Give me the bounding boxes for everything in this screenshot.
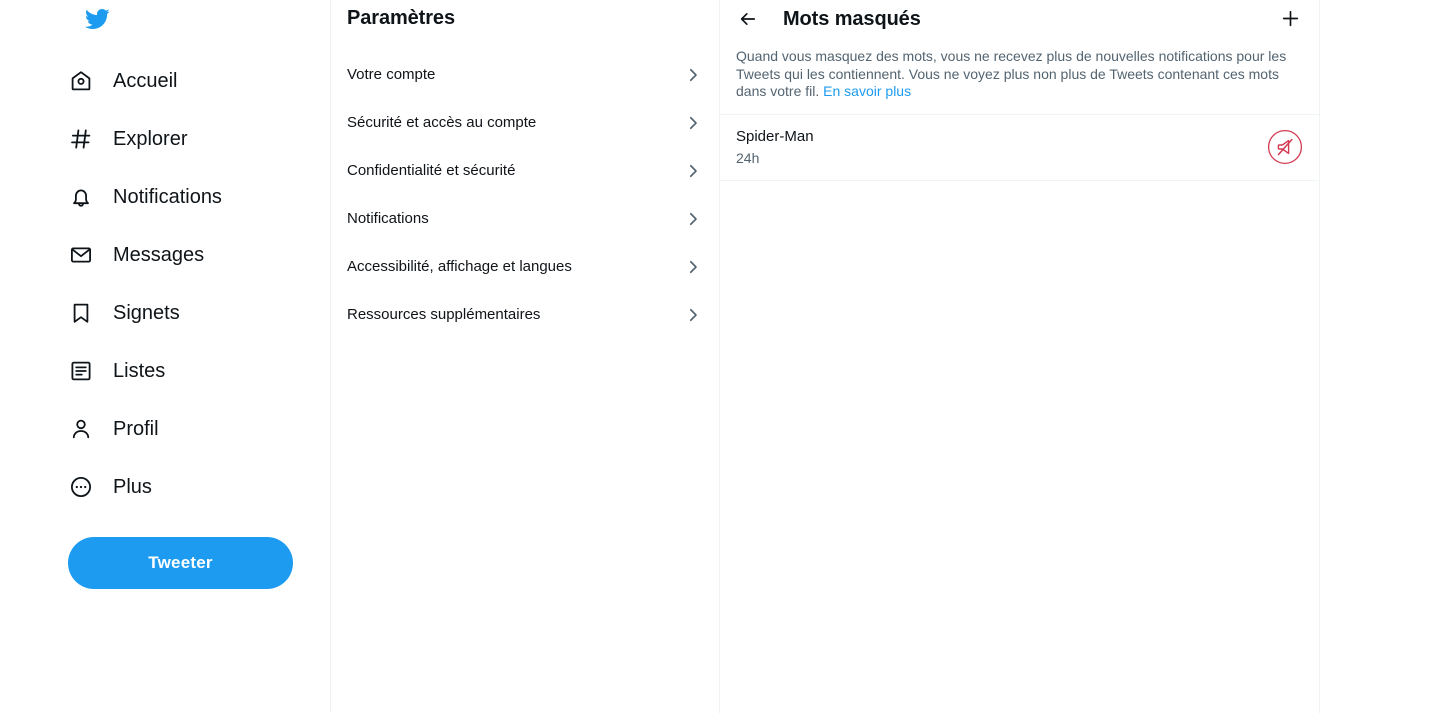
muted-word-text: Spider-Man — [736, 127, 814, 145]
settings-panel: Paramètres Votre compte Sécurité et accè… — [331, 0, 720, 713]
settings-item-label: Sécurité et accès au compte — [347, 114, 537, 131]
settings-item-label: Accessibilité, affichage et langues — [347, 258, 572, 275]
chevron-right-icon — [684, 306, 702, 324]
sidebar-item-profil[interactable]: Profil — [68, 404, 327, 454]
sidebar-item-accueil[interactable]: Accueil — [68, 56, 327, 106]
chevron-right-icon — [684, 258, 702, 276]
sidebar-item-label: Plus — [113, 476, 152, 498]
list-icon — [68, 358, 94, 384]
muted-words-list: Spider-Man 24h — [720, 115, 1319, 181]
settings-item-label: Notifications — [347, 210, 429, 227]
settings-item-securite-acces[interactable]: Sécurité et accès au compte — [331, 99, 719, 147]
settings-page-title: Paramètres — [347, 7, 455, 29]
settings-item-accessibilite-affichage-langues[interactable]: Accessibilité, affichage et langues — [331, 243, 719, 291]
twitter-app-root: Accueil Explorer Notifications Messages … — [0, 0, 1440, 713]
right-empty-area — [1320, 0, 1440, 713]
more-circle-icon — [68, 474, 94, 500]
sidebar-item-messages[interactable]: Messages — [68, 230, 327, 280]
settings-item-ressources-supplementaires[interactable]: Ressources supplémentaires — [331, 291, 719, 339]
add-muted-word-button[interactable] — [1273, 2, 1307, 36]
muted-words-header: Mots masqués — [720, 0, 1319, 37]
sidebar-item-plus[interactable]: Plus — [68, 462, 327, 512]
settings-item-votre-compte[interactable]: Votre compte — [331, 51, 719, 99]
muted-word-info: Spider-Man 24h — [736, 127, 814, 167]
settings-item-notifications[interactable]: Notifications — [331, 195, 719, 243]
plus-icon — [1280, 8, 1301, 29]
sidebar-item-label: Accueil — [113, 70, 178, 92]
sidebar-nav-list: Accueil Explorer Notifications Messages … — [68, 56, 327, 512]
sidebar-item-label: Notifications — [113, 186, 222, 208]
bell-icon — [68, 184, 94, 210]
hashtag-icon — [68, 126, 94, 152]
muted-word-row[interactable]: Spider-Man 24h — [720, 115, 1319, 181]
envelope-icon — [68, 242, 94, 268]
settings-menu-list: Votre compte Sécurité et accès au compte… — [331, 51, 719, 339]
bookmark-icon — [68, 300, 94, 326]
unmute-word-button[interactable] — [1267, 129, 1303, 165]
back-button[interactable] — [731, 2, 765, 36]
sidebar-item-label: Explorer — [113, 128, 188, 150]
person-icon — [68, 416, 94, 442]
twitter-bird-logo[interactable] — [72, 0, 122, 34]
sidebar-item-label: Profil — [113, 418, 159, 440]
sidebar-item-label: Messages — [113, 244, 205, 266]
description-body: Quand vous masquez des mots, vous ne rec… — [736, 48, 1287, 99]
page-title: Mots masqués — [783, 7, 921, 30]
sidebar-item-label: Signets — [113, 302, 180, 324]
arrow-left-icon — [738, 9, 758, 29]
description-text: Quand vous masquez des mots, vous ne rec… — [736, 48, 1303, 101]
sidebar-item-signets[interactable]: Signets — [68, 288, 327, 338]
sidebar-item-label: Listes — [113, 360, 166, 382]
sidebar-item-listes[interactable]: Listes — [68, 346, 327, 396]
muted-words-description: Quand vous masquez des mots, vous ne rec… — [720, 37, 1319, 115]
chevron-right-icon — [684, 162, 702, 180]
speaker-muted-icon — [1267, 129, 1303, 165]
muted-words-panel: Mots masqués Quand vous masquez des mots… — [720, 0, 1320, 713]
settings-item-label: Votre compte — [347, 66, 436, 83]
primary-sidebar: Accueil Explorer Notifications Messages … — [0, 0, 331, 713]
chevron-right-icon — [684, 66, 702, 84]
settings-item-label: Confidentialité et sécurité — [347, 162, 516, 179]
sidebar-item-notifications[interactable]: Notifications — [68, 172, 327, 222]
settings-item-label: Ressources supplémentaires — [347, 306, 541, 323]
chevron-right-icon — [684, 210, 702, 228]
compose-tweet-button[interactable]: Tweeter — [68, 537, 293, 589]
home-icon — [68, 68, 94, 94]
sidebar-item-explorer[interactable]: Explorer — [68, 114, 327, 164]
learn-more-link[interactable]: En savoir plus — [823, 83, 911, 99]
settings-item-confidentialite-securite[interactable]: Confidentialité et sécurité — [331, 147, 719, 195]
muted-word-duration: 24h — [736, 149, 760, 166]
chevron-right-icon — [684, 114, 702, 132]
